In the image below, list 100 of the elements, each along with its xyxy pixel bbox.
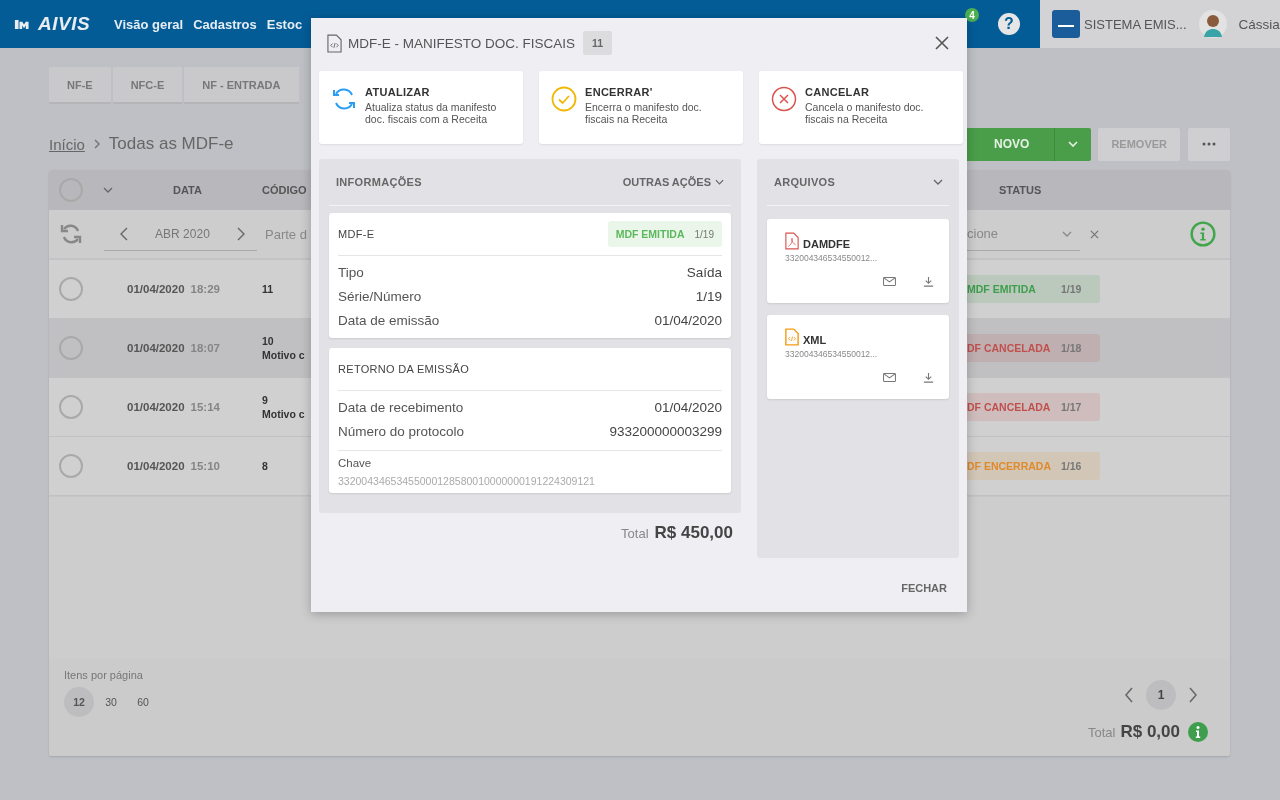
pdf-file-icon <box>785 232 799 250</box>
status-label: DF CANCELADA <box>967 342 1052 354</box>
logo-text: AIVIS <box>38 13 91 35</box>
file-key: 332004346534550012... <box>785 253 935 263</box>
mail-icon[interactable] <box>883 276 896 287</box>
company-name[interactable]: SISTEMA EMIS... <box>1084 16 1187 32</box>
refresh-icon[interactable] <box>59 222 83 246</box>
more-actions-menu[interactable]: OUTRAS AÇÕES <box>622 176 724 188</box>
time-cell: 18:29 <box>190 283 220 295</box>
clear-icon[interactable] <box>1090 229 1099 239</box>
field-value: Saída <box>686 264 722 280</box>
code-cell-text: 9 <box>262 394 269 406</box>
field-value: 01/04/2020 <box>654 399 722 415</box>
action-title: ATUALIZAR <box>365 86 431 98</box>
field-label: Número do protocolo <box>338 423 465 439</box>
chevron-right-icon[interactable] <box>237 226 245 241</box>
per-page-option[interactable]: 30 <box>96 687 126 717</box>
number-label: 1/17 <box>1061 401 1082 413</box>
row-checkbox[interactable] <box>59 336 83 360</box>
caret-icon <box>1068 141 1079 147</box>
file-name: DAMDFE <box>803 238 851 250</box>
number-label: 1/19 <box>694 228 714 240</box>
close-icon[interactable] <box>935 36 949 50</box>
action-title: CANCELAR <box>805 86 871 98</box>
file-card[interactable]: DAMDFE 332004346534550012... <box>767 219 949 303</box>
date-cell: 01/04/2020 <box>127 401 185 413</box>
action-card[interactable]: ATUALIZAR Atualiza status da manifesto doc. fiscais com a Receita <box>319 71 523 144</box>
search-field[interactable]: Parte d <box>265 217 311 251</box>
action-description: Encerra o manifesto doc. fiscais na Receita <box>585 101 703 126</box>
field-label: Data de emissão <box>338 312 440 328</box>
nav-link[interactable]: Visão geral <box>114 16 184 32</box>
key-label: Chave <box>338 457 373 469</box>
close-button[interactable]: FECHAR <box>901 582 947 594</box>
per-page-option[interactable]: 60 <box>128 687 158 717</box>
notification-badge: 4 <box>965 8 979 22</box>
field-value: 1/19 <box>695 288 722 304</box>
nav-link[interactable]: Estoc <box>266 16 303 32</box>
file-code-icon <box>327 33 342 53</box>
action-title: ENCERRAR' <box>585 86 654 98</box>
cancel-circle-icon <box>771 86 797 112</box>
number-label: 1/18 <box>1061 342 1082 354</box>
action-card[interactable]: CANCELAR Cancela o manifesto doc. fiscais na Receita <box>759 71 963 144</box>
row-checkbox[interactable] <box>59 454 83 478</box>
total-value: R$ 0,00 <box>1120 722 1180 742</box>
time-cell: 15:10 <box>190 460 220 472</box>
action-card[interactable]: ENCERRAR' Encerra o manifesto doc. fiscais na Receita <box>539 71 743 144</box>
row-checkbox[interactable] <box>59 395 83 419</box>
dropdown-button[interactable] <box>1055 127 1092 161</box>
date-cell: 01/04/2020 <box>127 342 185 354</box>
column-header: DATA <box>173 184 203 196</box>
panel-title: INFORMAÇÕES <box>336 176 422 188</box>
note-text: Motivo c <box>262 349 305 361</box>
status-label: MDF EMITIDA <box>967 283 1037 295</box>
panel-title: ARQUIVOS <box>774 176 836 188</box>
caret-icon[interactable] <box>103 187 113 193</box>
status-label: DF CANCELADA <box>967 401 1052 413</box>
column-header: CÓDIGO <box>262 184 307 196</box>
info-icon[interactable] <box>1188 722 1208 742</box>
chevron-left-icon[interactable] <box>119 226 128 241</box>
page-button[interactable]: 1 <box>1146 680 1176 710</box>
number-label: 1/19 <box>1061 283 1082 295</box>
field-value: 01/04/2020 <box>654 312 722 328</box>
previous-page-icon[interactable] <box>1124 687 1134 703</box>
status-label: DF ENCERRADA <box>967 460 1052 472</box>
count-badge: 11 <box>583 31 613 55</box>
check-circle-icon <box>551 86 577 112</box>
tab[interactable]: NF-E <box>49 67 111 104</box>
file-key: 332004346534550012... <box>785 349 935 359</box>
page-title: Todas as MDF-e <box>108 134 234 154</box>
key-value: 33200434653455000128580010000000191224309121 <box>338 475 596 487</box>
download-icon[interactable] <box>922 372 935 383</box>
row-checkbox[interactable] <box>59 277 83 301</box>
card-title: RETORNO DA EMISSÃO <box>338 363 470 375</box>
caret-icon[interactable] <box>933 179 943 185</box>
new-button[interactable]: NOVO <box>964 127 1056 161</box>
tab[interactable]: NF - ENTRADA <box>184 67 299 104</box>
user-name[interactable]: Cássia <box>1238 16 1280 32</box>
download-icon[interactable] <box>922 276 935 287</box>
avatar-icon[interactable] <box>1198 10 1227 38</box>
per-page-option[interactable]: 12 <box>64 687 94 717</box>
column-header: STATUS <box>999 184 1042 196</box>
status-label: MDF EMITIDA <box>615 228 685 240</box>
breadcrumb-link[interactable]: Início <box>49 135 85 153</box>
number-label: 1/16 <box>1061 460 1082 472</box>
total-value: R$ 450,00 <box>654 523 733 543</box>
tab[interactable]: NFC-E <box>112 67 183 104</box>
help-button[interactable]: ? <box>998 13 1020 35</box>
per-page-label: Itens por página <box>64 669 144 681</box>
caret-icon <box>1062 230 1072 237</box>
info-icon[interactable] <box>1190 221 1216 247</box>
mail-icon[interactable] <box>883 372 896 383</box>
nav-link[interactable]: Cadastros <box>193 16 257 32</box>
field-value: 933200000003299 <box>609 423 722 439</box>
code-cell-text: 10 <box>262 335 275 347</box>
file-card[interactable]: XML 332004346534550012... <box>767 315 949 399</box>
next-page-icon[interactable] <box>1188 687 1198 703</box>
modal-title: MDF-E - MANIFESTO DOC. FISCAIS <box>348 35 575 51</box>
refresh-icon <box>331 86 357 112</box>
field-label: Série/Número <box>338 288 422 304</box>
total-label: Total <box>621 525 649 541</box>
